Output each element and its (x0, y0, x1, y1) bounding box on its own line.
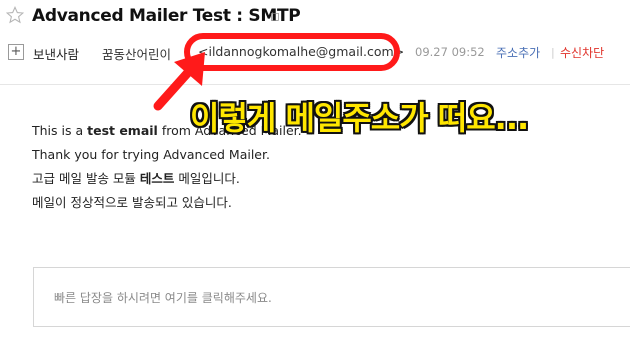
body-line-4: 메일이 정상적으로 발송되고 있습니다. (32, 195, 232, 210)
body-line-1-prefix: This is a (32, 123, 88, 138)
star-icon[interactable] (6, 6, 24, 24)
email-subject: Advanced Mailer Test : SMTP (32, 6, 301, 26)
body-line-3: 고급 메일 발송 모듈 테스트 메일입니다. (32, 167, 302, 191)
pin-icon[interactable]: ◻ (270, 9, 280, 23)
body-line-3-suffix: 메일입니다. (174, 171, 240, 186)
body-line-1-bold: test email (87, 123, 158, 138)
sender-label: 보낸사람 (33, 47, 80, 62)
quick-reply-box[interactable]: 빠른 답장을 하시려면 여기를 클릭해주세요. (33, 267, 630, 327)
header-separator: | (551, 46, 555, 59)
expand-plus-icon[interactable]: + (8, 44, 24, 60)
add-contact-button[interactable]: 주소추가 (496, 44, 540, 61)
received-date: 09.27 09:52 (415, 45, 485, 59)
annotation-caption: 이렇게 메일주소가 떠요... (190, 99, 529, 137)
header-divider (0, 84, 630, 85)
quick-reply-placeholder: 빠른 답장을 하시려면 여기를 클릭해주세요. (54, 291, 272, 305)
block-sender-button[interactable]: 수신차단 (560, 44, 604, 61)
body-line-3-prefix: 고급 메일 발송 모듈 (32, 171, 140, 186)
body-line-3-bold: 테스트 (139, 171, 175, 186)
body-line-2: Thank you for trying Advanced Mailer. (32, 147, 270, 162)
